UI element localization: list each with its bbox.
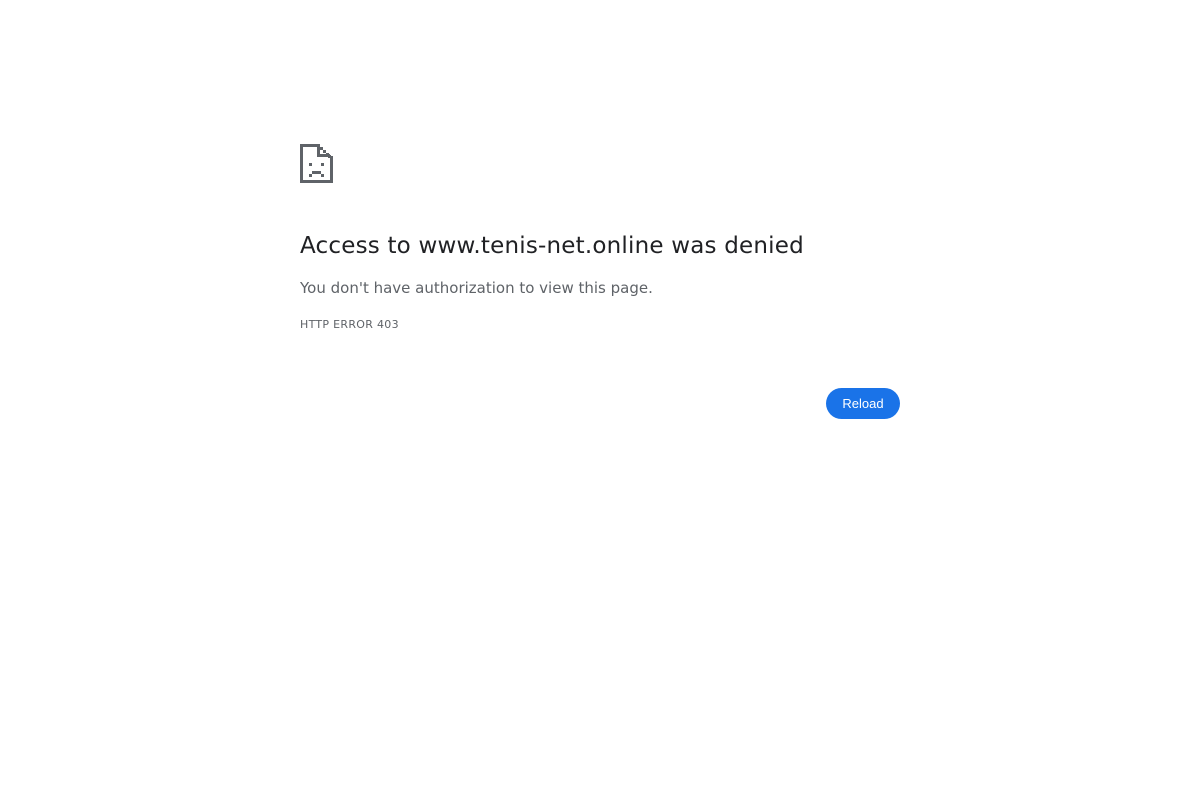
reload-button[interactable]: Reload [826, 388, 900, 419]
error-content: Access to www.tenis-net.online was denie… [300, 142, 900, 331]
heading-prefix: Access to [300, 233, 419, 259]
page-title: Access to www.tenis-net.online was denie… [300, 230, 804, 262]
heading-suffix: was denied [663, 233, 804, 259]
error-message: You don't have authorization to view thi… [300, 279, 653, 297]
sad-document-icon [300, 142, 334, 184]
host-name: www.tenis-net.online [418, 233, 664, 259]
error-code: HTTP ERROR 403 [300, 318, 399, 331]
